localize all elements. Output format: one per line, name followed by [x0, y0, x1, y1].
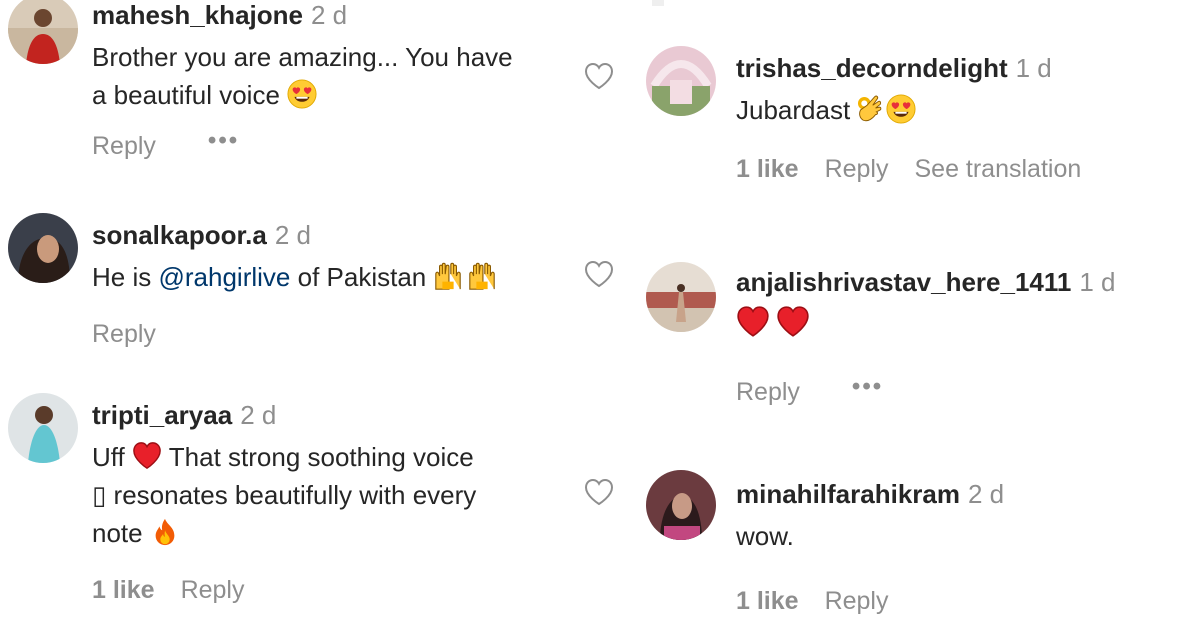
comment-time[interactable]: 2 d [275, 220, 311, 250]
like-heart-icon[interactable] [584, 62, 614, 90]
raising-hands-emoji [467, 261, 497, 291]
comment-time[interactable]: 2 d [968, 479, 1004, 509]
username[interactable]: trishas_decorndelight [736, 53, 1008, 83]
username[interactable]: tripti_aryaa [92, 400, 232, 430]
like-heart-icon[interactable] [584, 260, 614, 288]
avatar[interactable] [646, 470, 716, 540]
like-count[interactable]: 1 like [736, 155, 799, 184]
like-count[interactable]: 1 like [736, 587, 799, 616]
red-heart-emoji [776, 305, 810, 339]
username[interactable]: sonalkapoor.a [92, 220, 267, 250]
more-options-button[interactable]: ••• [208, 127, 239, 155]
reply-button[interactable]: Reply [92, 320, 156, 349]
mention-link[interactable]: @rahgirlive [158, 262, 290, 292]
red-heart-emoji [132, 441, 162, 471]
reply-button[interactable]: Reply [92, 132, 156, 161]
comment-time[interactable]: 2 d [240, 400, 276, 430]
reply-button[interactable]: Reply [825, 587, 889, 616]
fire-emoji [150, 517, 180, 547]
more-options-button[interactable]: ••• [852, 373, 883, 401]
red-heart-emoji [736, 305, 770, 339]
username[interactable]: anjalishrivastav_here_1411 [736, 267, 1071, 297]
reply-button[interactable]: Reply [181, 576, 245, 605]
avatar[interactable] [8, 393, 78, 463]
comment-text: He is [92, 262, 152, 292]
comment-time[interactable]: 2 d [311, 0, 347, 30]
top-divider [652, 0, 664, 6]
reply-button[interactable]: Reply [825, 155, 889, 184]
heart-eyes-emoji [287, 79, 317, 109]
comment-text: wow. [736, 521, 794, 551]
ok-hand-emoji [854, 94, 884, 124]
comment-text: ▯ resonates beautifully with every [92, 480, 477, 510]
heart-eyes-emoji [886, 94, 916, 124]
comment-text: of Pakistan [297, 262, 427, 292]
username[interactable]: minahilfarahikram [736, 479, 960, 509]
comment-text: That strong soothing voice [168, 442, 474, 472]
avatar[interactable] [8, 0, 78, 64]
comment-text: a beautiful voice [92, 80, 280, 110]
reply-button[interactable]: Reply [736, 378, 800, 407]
like-count[interactable]: 1 like [92, 576, 155, 605]
avatar[interactable] [646, 46, 716, 116]
comment-time[interactable]: 1 d [1016, 53, 1052, 83]
comment-text: Uff [92, 442, 125, 472]
comment-text: Jubardast [736, 95, 851, 125]
avatar[interactable] [646, 262, 716, 332]
see-translation-button[interactable]: See translation [914, 155, 1081, 184]
comment-text: note [92, 518, 143, 548]
raising-hands-emoji [433, 261, 463, 291]
comment-time[interactable]: 1 d [1079, 267, 1115, 297]
like-heart-icon[interactable] [584, 478, 614, 506]
comment-text: Brother you are amazing... You have [92, 42, 513, 72]
username[interactable]: mahesh_khajone [92, 0, 303, 30]
avatar[interactable] [8, 213, 78, 283]
